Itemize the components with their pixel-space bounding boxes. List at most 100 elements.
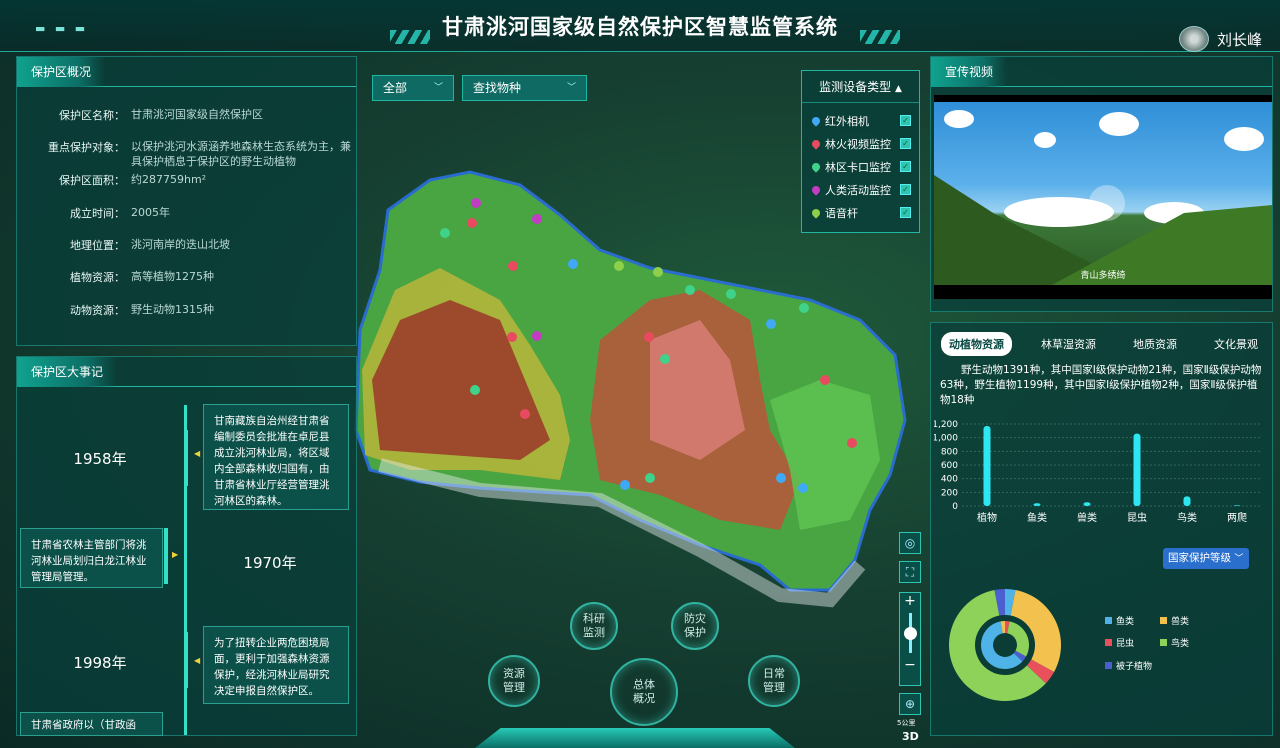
timeline-arrow-icon: ▶	[172, 550, 179, 559]
pin-icon	[810, 206, 822, 219]
tab-culture[interactable]: 文化景观	[1206, 332, 1266, 356]
species-bar-chart: 0 200 400 600 800 1,000 1,200 植物 鱼类 兽类 昆虫 鸟类 两爬	[934, 420, 1262, 524]
nav-daily[interactable]: 日常管理	[748, 655, 800, 707]
timeline-card: 甘肃省农林主管部门将洮河林业局划归白龙江林业管理局管理。	[20, 528, 163, 588]
x-tick-label: 昆虫	[1127, 512, 1147, 524]
zoom-slider[interactable]	[903, 613, 917, 653]
pin-icon	[810, 183, 822, 196]
video-caption: 青山多绣绮	[1080, 271, 1126, 281]
legend-swatch	[1160, 617, 1167, 624]
zoom-out-button[interactable]: −	[900, 657, 920, 673]
legend-item: 兽类	[1160, 614, 1189, 627]
nav-overview[interactable]: 总体概况	[610, 658, 678, 726]
zoom-in-button[interactable]: +	[900, 593, 920, 609]
y-tick-label: 600	[941, 461, 958, 471]
bar	[1083, 502, 1091, 506]
region-select[interactable]: 全部 ﹀	[372, 75, 454, 101]
x-tick-label: 鸟类	[1177, 511, 1197, 524]
compass-icon[interactable]: ◎	[899, 532, 921, 554]
locate-icon[interactable]: ⊕	[899, 693, 921, 715]
device-item[interactable]: 人类活动监控 ✓	[802, 178, 919, 201]
overview-row: 植物资源： 高等植物1275种	[70, 270, 214, 284]
legend-label: 昆虫	[1116, 639, 1135, 649]
nav-research[interactable]: 科研监测	[570, 602, 618, 650]
nav-base	[475, 728, 795, 748]
legend-label: 被子植物	[1116, 662, 1153, 672]
y-tick-label: 400	[941, 475, 958, 485]
bar	[1033, 503, 1041, 506]
fullscreen-icon[interactable]: ⛶	[899, 561, 921, 583]
resource-tabs: 动植物资源 林草湿资源 地质资源 文化景观	[941, 332, 1266, 356]
events-title: 保护区大事记	[17, 357, 118, 387]
timeline-marker	[184, 632, 188, 688]
legend-swatch	[1105, 617, 1112, 624]
tab-fauna-flora[interactable]: 动植物资源	[941, 332, 1012, 356]
x-tick-label: 两爬	[1227, 512, 1247, 524]
user-name: 刘长峰	[1216, 30, 1262, 49]
device-item[interactable]: 红外相机 ✓	[802, 109, 919, 132]
legend-item: 昆虫	[1105, 636, 1134, 649]
timeline-year: 1970年	[243, 554, 297, 572]
avatar[interactable]	[1178, 26, 1209, 52]
video-title: 宣传视频	[931, 57, 1008, 87]
device-type-panel[interactable]: 监测设备类型 ▲ 红外相机 ✓ 林火视频监控 ✓ 林区卡口监控 ✓ 人类活动监控 ✓ 语…	[801, 70, 920, 233]
device-item[interactable]: 林火视频监控 ✓	[802, 132, 919, 155]
tab-geology[interactable]: 地质资源	[1125, 332, 1185, 356]
legend-label: 鱼类	[1116, 617, 1135, 627]
timeline-arrow-icon: ◀	[194, 449, 201, 458]
legend-label: 鸟类	[1171, 639, 1190, 649]
play-icon[interactable]	[1089, 185, 1125, 221]
pin-icon	[810, 114, 822, 127]
timeline-year: 1998年	[73, 654, 127, 672]
overview-panel: 保护区概况 保护区名称： 甘肃洮河国家级自然保护区 重点保护对象： 以保护洮河水源涵…	[16, 56, 357, 346]
overview-title: 保护区概况	[17, 57, 106, 87]
protection-level-select[interactable]: 国家保护等级 ﹀	[1163, 548, 1249, 569]
protection-donut-chart	[949, 589, 1061, 701]
bar	[1183, 496, 1191, 506]
promo-video[interactable]: 青山多绣绮	[934, 95, 1272, 299]
bar	[983, 426, 991, 506]
species-search-select[interactable]: 查找物种 ﹀	[462, 75, 587, 101]
x-tick-label: 植物	[977, 511, 997, 524]
pin-icon	[810, 137, 822, 150]
zoom-handle[interactable]	[903, 627, 917, 640]
legend-label: 兽类	[1171, 617, 1190, 627]
device-checkbox[interactable]: ✓	[900, 207, 911, 218]
bar	[1233, 505, 1241, 506]
overview-row: 动物资源： 野生动物1315种	[70, 303, 214, 317]
device-item[interactable]: 语音杆 ✓	[802, 201, 919, 224]
legend-item: 鸟类	[1160, 636, 1189, 649]
x-tick-label: 兽类	[1077, 511, 1097, 524]
device-checkbox[interactable]: ✓	[900, 184, 911, 195]
tab-forest-grass[interactable]: 林草湿资源	[1033, 332, 1104, 356]
bar	[1133, 433, 1141, 506]
device-item[interactable]: 林区卡口监控 ✓	[802, 155, 919, 178]
device-checkbox[interactable]: ✓	[900, 161, 911, 172]
3d-toggle[interactable]: 3D	[902, 730, 919, 743]
donut-inner-slice	[1007, 621, 1029, 657]
chevron-down-icon: ﹀	[433, 83, 443, 93]
y-tick-label: 800	[941, 447, 958, 457]
legend-item: 被子植物	[1105, 659, 1152, 672]
y-tick-label: 200	[941, 488, 958, 498]
y-tick-label: 1,200	[934, 420, 958, 430]
pin-icon	[810, 160, 822, 173]
timeline-card: 为了扭转企业两危困境局面，更利于加强森林资源保护，经洮河林业局研究决定申报自然保…	[203, 626, 349, 704]
user-menu[interactable]: 刘长峰	[1178, 26, 1262, 52]
device-type-header[interactable]: 监测设备类型 ▲	[802, 71, 919, 103]
legend-item: 鱼类	[1105, 614, 1134, 627]
timeline-marker	[164, 528, 168, 584]
header: ▬ ▬ ▬ 甘肃洮河国家级自然保护区智慧监管系统 刘长峰	[0, 0, 1280, 52]
timeline-card: 甘肃省政府以（甘政函	[20, 712, 163, 736]
device-checkbox[interactable]: ✓	[900, 115, 911, 126]
timeline-card: 甘南藏族自治州经甘肃省编制委员会批准在卓尼县成立洮河林业局，将区域内全部森林收归…	[203, 404, 349, 510]
overview-row: 成立时间： 2005年	[70, 206, 170, 220]
zoom-control: + −	[899, 592, 921, 686]
nav-resources[interactable]: 资源管理	[488, 655, 540, 707]
overview-row: 保护区面积： 约287759hm²	[59, 173, 207, 187]
device-checkbox[interactable]: ✓	[900, 138, 911, 149]
caret-up-icon: ▲	[894, 84, 902, 94]
resource-summary: 野生动物1391种，其中国家Ⅰ级保护动物21种，国家Ⅱ级保护动物63种，野生植物…	[940, 364, 1262, 406]
y-tick-label: 0	[952, 502, 958, 512]
nav-disaster[interactable]: 防灾保护	[671, 602, 719, 650]
